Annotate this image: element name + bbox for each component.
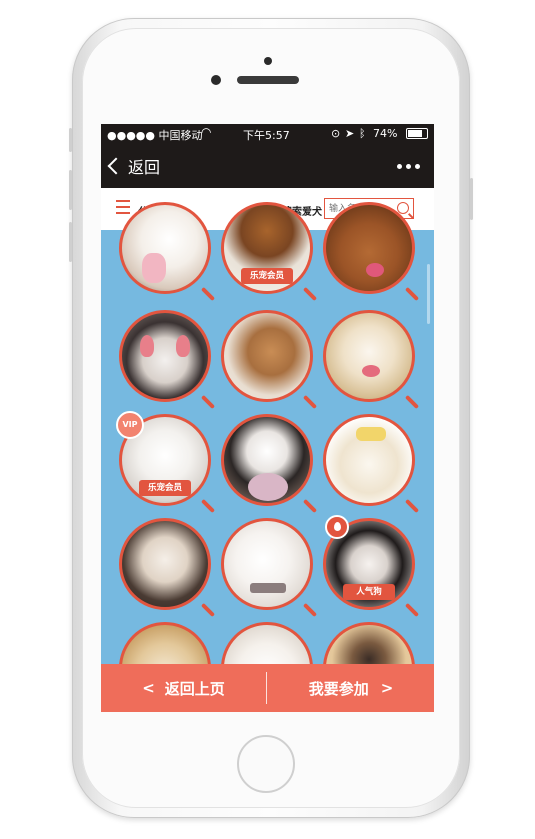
power-button xyxy=(470,178,473,220)
chevron-left-icon: < xyxy=(142,679,155,697)
volume-down-button xyxy=(69,222,72,262)
flame-icon xyxy=(325,515,349,539)
dog-card[interactable] xyxy=(119,310,219,410)
magnifier-handle xyxy=(404,602,420,618)
chevron-left-icon xyxy=(107,157,125,175)
nav-bar: 返回 xyxy=(101,144,434,188)
member-badge: 乐宠会员 xyxy=(241,268,293,284)
dog-card[interactable] xyxy=(323,310,423,410)
magnifier-handle xyxy=(302,498,318,514)
magnifier-handle xyxy=(200,394,216,410)
dog-card[interactable]: 人气狗 xyxy=(323,515,423,618)
carrier-label: ●●●●● 中国移动 xyxy=(107,129,203,142)
sensor xyxy=(264,57,272,65)
magnifier-handle xyxy=(302,394,318,410)
mute-switch xyxy=(69,128,72,152)
back-label: 返回 xyxy=(128,158,161,177)
battery-icon xyxy=(406,128,428,139)
dog-photo xyxy=(119,202,211,294)
magnifier-handle xyxy=(200,498,216,514)
dog-card[interactable] xyxy=(323,202,423,302)
join-button[interactable]: 我要参加 > xyxy=(268,664,434,712)
chevron-right-icon: > xyxy=(380,679,394,697)
bottom-action-bar: < 返回上页 我要参加 > xyxy=(101,664,434,712)
magnifier-handle xyxy=(404,498,420,514)
status-bar: ●●●●● 中国移动 ◠ 下午5:57 ⊙ ➤ ᛒ 74% xyxy=(101,124,434,144)
back-button[interactable]: 返回 xyxy=(107,154,161,178)
dot-icon xyxy=(397,164,402,169)
dog-photo xyxy=(221,414,313,506)
dog-card[interactable] xyxy=(119,202,219,302)
dot-icon xyxy=(415,164,420,169)
earpiece-speaker xyxy=(237,76,299,84)
volume-up-button xyxy=(69,170,72,210)
status-time: 下午5:57 xyxy=(243,129,290,142)
dog-card[interactable] xyxy=(323,414,423,514)
dog-card[interactable] xyxy=(221,414,321,514)
rotation-lock-icon: ⊙ xyxy=(331,127,341,140)
dog-card[interactable]: 乐宠会员 xyxy=(221,202,321,302)
dog-card[interactable] xyxy=(221,310,321,410)
dog-photo xyxy=(221,310,313,402)
bluetooth-icon: ᛒ xyxy=(359,127,366,140)
front-camera xyxy=(211,75,221,85)
magnifier-handle xyxy=(302,286,318,302)
member-badge: 乐宠会员 xyxy=(139,480,191,496)
divider xyxy=(266,672,267,704)
dog-card[interactable] xyxy=(119,518,219,618)
magnifier-handle xyxy=(200,602,216,618)
dog-card[interactable]: VIP 乐宠会员 xyxy=(116,411,219,514)
prev-page-button[interactable]: < 返回上页 xyxy=(101,664,266,712)
home-button[interactable] xyxy=(237,735,295,793)
magnifier-handle xyxy=(302,602,318,618)
dot-icon xyxy=(406,164,411,169)
dog-photo xyxy=(119,310,211,402)
prev-page-label: 返回上页 xyxy=(164,679,225,698)
magnifier-handle xyxy=(404,286,420,302)
dog-photo xyxy=(323,414,415,506)
location-icon: ➤ xyxy=(345,127,355,140)
battery-percent: 74% xyxy=(373,127,398,140)
magnifier-handle xyxy=(404,394,420,410)
dog-photo xyxy=(119,518,211,610)
dog-photo xyxy=(323,310,415,402)
dog-grid: 乐宠会员 VIP 乐宠会员 人气狗 xyxy=(101,202,434,712)
popular-badge: 人气狗 xyxy=(343,584,395,600)
screen: ●●●●● 中国移动 ◠ 下午5:57 ⊙ ➤ ᛒ 74% 返回 分类索引 搜索… xyxy=(101,124,434,712)
join-label: 我要参加 xyxy=(308,679,369,698)
scroll-indicator xyxy=(427,264,430,324)
dog-photo xyxy=(323,202,415,294)
magnifier-handle xyxy=(200,286,216,302)
wifi-icon: ◠ xyxy=(201,125,212,139)
vip-badge: VIP xyxy=(116,411,144,439)
more-menu-button[interactable] xyxy=(397,164,420,169)
dog-photo xyxy=(221,518,313,610)
dog-card[interactable] xyxy=(221,518,321,618)
